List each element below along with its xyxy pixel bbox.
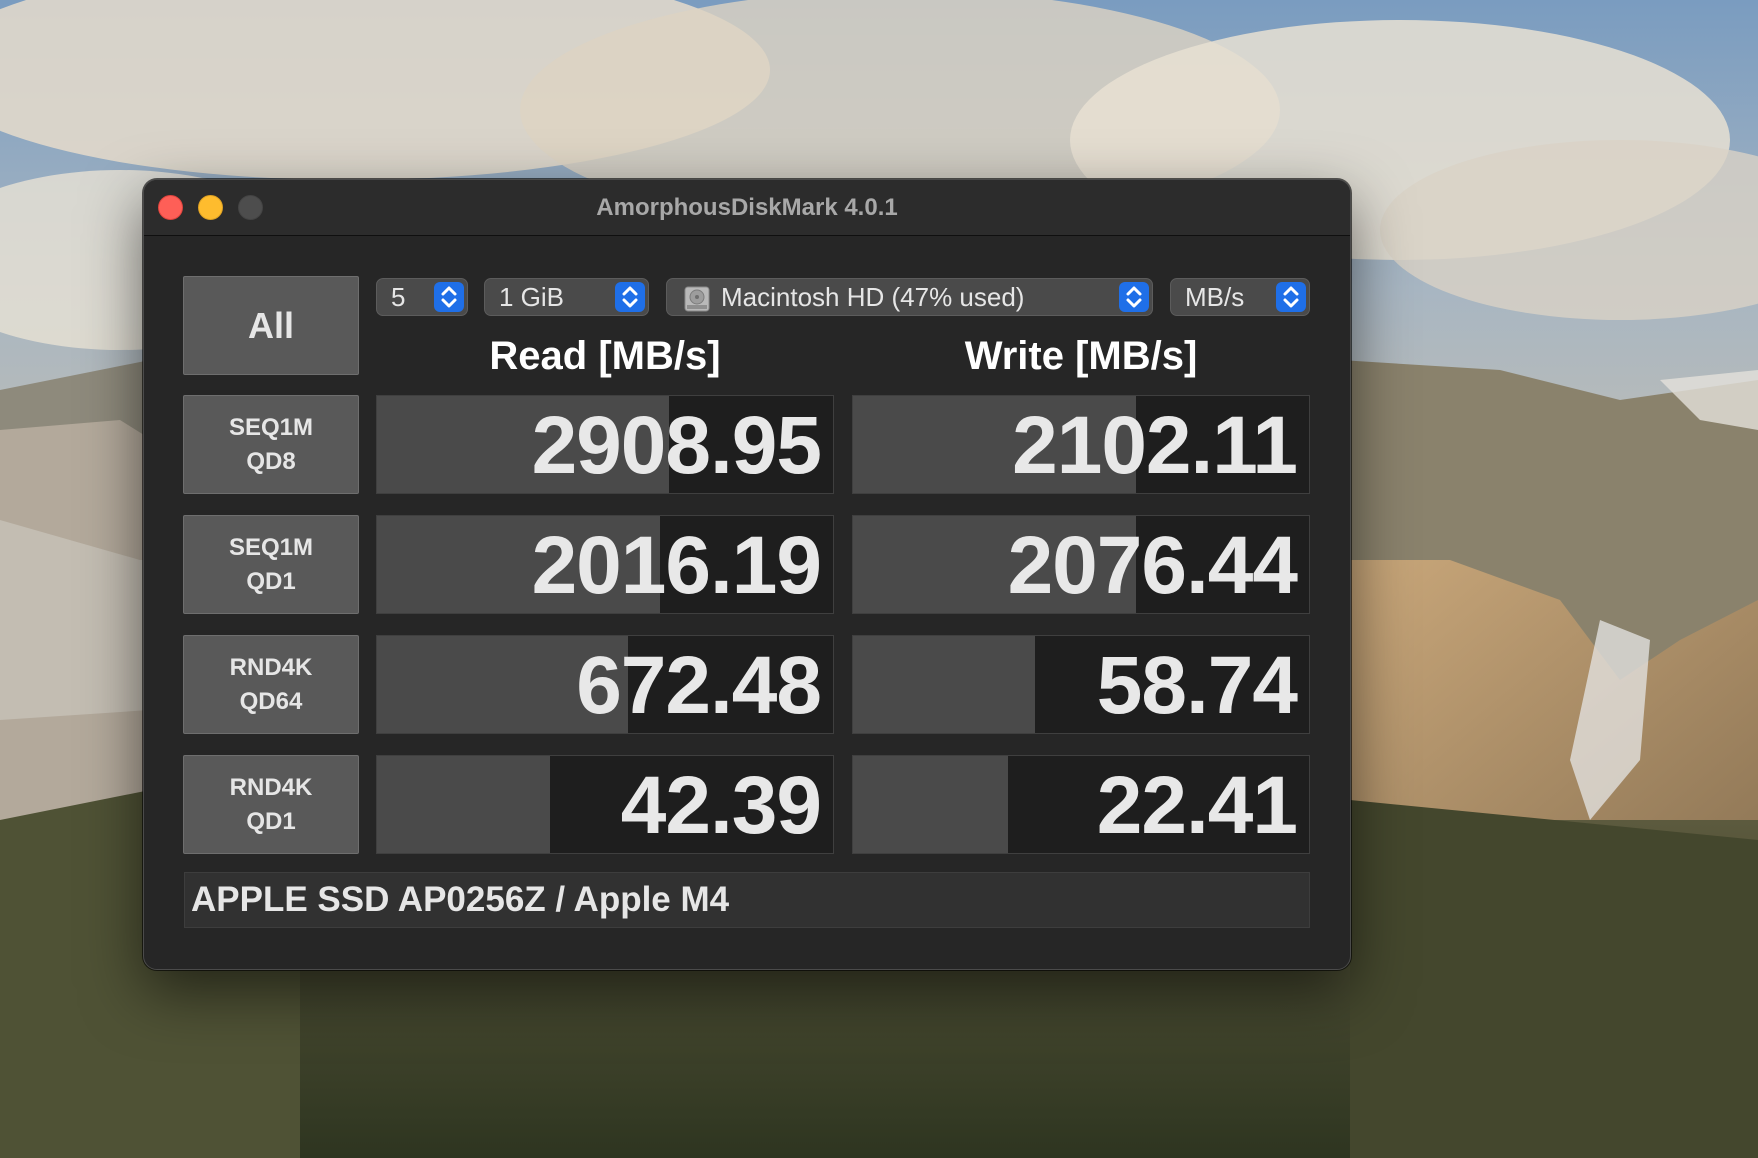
read-column-header: Read [MB/s]: [489, 334, 721, 378]
run-all-label: All: [247, 304, 294, 346]
device-info-bar[interactable]: APPLE SSD AP0256Z / Apple M4: [184, 872, 1310, 928]
test-button-rnd4k-qd64[interactable]: RND4K QD64: [183, 635, 359, 734]
read-value: 2016.19: [531, 520, 822, 611]
test-count-select[interactable]: 5: [376, 278, 468, 316]
unit-value: MB/s: [1185, 282, 1245, 312]
stepper-icon: [1119, 282, 1149, 312]
write-bar: [853, 636, 1036, 733]
read-bar: [377, 756, 551, 853]
stepper-icon: [615, 282, 645, 312]
drive-select[interactable]: Macintosh HD (47% used): [666, 278, 1153, 316]
write-result-seq1m-qd8: 2102.11: [852, 395, 1310, 494]
write-column-header: Write [MB/s]: [964, 334, 1198, 378]
test-size-value: 1 GiB: [499, 282, 565, 312]
test-label-line1: SEQ1M: [228, 533, 314, 561]
window-title: AmorphousDiskMark 4.0.1: [596, 194, 898, 221]
test-label-line1: SEQ1M: [228, 413, 314, 441]
run-all-button[interactable]: All: [183, 276, 359, 375]
read-value: 672.48: [576, 640, 822, 731]
test-size-select[interactable]: 1 GiB: [484, 278, 649, 316]
write-value: 58.74: [1096, 640, 1298, 731]
app-window: AmorphousDiskMark 4.0.1 All 5 1 GiB Maci…: [143, 179, 1351, 970]
write-value: 2102.11: [1012, 400, 1298, 491]
read-value: 42.39: [620, 760, 822, 851]
write-result-seq1m-qd1: 2076.44: [852, 515, 1310, 614]
hard-drive-icon: [683, 285, 711, 321]
benchmark-panel: All 5 1 GiB Macintosh HD (47% used) MB/s…: [144, 236, 1350, 969]
write-result-rnd4k-qd64: 58.74: [852, 635, 1310, 734]
test-label-line2: QD1: [246, 567, 296, 595]
stepper-icon: [1276, 282, 1306, 312]
write-bar: [853, 756, 1009, 853]
write-value: 22.41: [1096, 760, 1298, 851]
read-result-seq1m-qd1: 2016.19: [376, 515, 834, 614]
test-label-line2: QD1: [246, 807, 296, 835]
test-button-seq1m-qd1[interactable]: SEQ1M QD1: [183, 515, 359, 614]
drive-value: Macintosh HD (47% used): [721, 282, 1025, 312]
read-result-seq1m-qd8: 2908.95: [376, 395, 834, 494]
read-result-rnd4k-qd64: 672.48: [376, 635, 834, 734]
test-label-line1: RND4K: [229, 773, 313, 801]
read-value: 2908.95: [531, 400, 822, 491]
test-label-line1: RND4K: [229, 653, 313, 681]
write-result-rnd4k-qd1: 22.41: [852, 755, 1310, 854]
unit-select[interactable]: MB/s: [1170, 278, 1310, 316]
title-bar[interactable]: AmorphousDiskMark 4.0.1: [144, 180, 1350, 236]
test-button-rnd4k-qd1[interactable]: RND4K QD1: [183, 755, 359, 854]
test-button-seq1m-qd8[interactable]: SEQ1M QD8: [183, 395, 359, 494]
stepper-icon: [434, 282, 464, 312]
read-result-rnd4k-qd1: 42.39: [376, 755, 834, 854]
write-value: 2076.44: [1007, 520, 1298, 611]
test-label-line2: QD8: [246, 447, 296, 475]
test-count-value: 5: [391, 282, 406, 312]
test-label-line2: QD64: [239, 687, 303, 715]
